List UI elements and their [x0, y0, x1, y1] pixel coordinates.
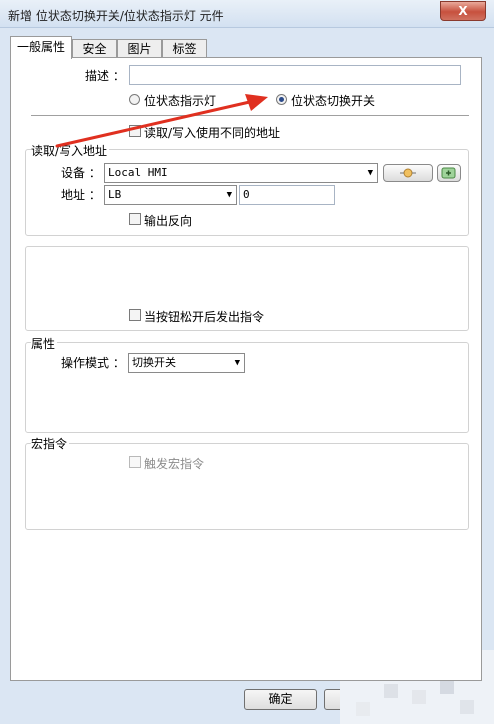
radio-indicator-lamp[interactable] [129, 94, 140, 105]
general-panel: 描述 ： 位状态指示灯 位状态切换开关 读取/写入使用不同的地址 读取/写入地址… [10, 57, 482, 681]
trigger-macro-checkbox[interactable] [129, 456, 141, 468]
operation-mode-label: 操作模式 ： [61, 356, 125, 370]
tab-general[interactable]: 一般属性 [10, 36, 72, 59]
tab-picture[interactable]: 图片 [117, 39, 162, 58]
operation-mode-select[interactable]: 切换开关 ▼ [128, 353, 245, 373]
trigger-macro-label: 触发宏指令 [144, 457, 205, 471]
invert-output-label[interactable]: 输出反向 [144, 212, 192, 229]
window-title: 新增 位状态切换开关/位状态指示灯 元件 [8, 9, 224, 23]
close-icon: X [458, 4, 468, 18]
radio-toggle-switch[interactable] [276, 94, 287, 105]
chevron-down-icon: ▼ [234, 358, 240, 368]
release-command-label[interactable]: 当按钮松开后发出指令 [144, 308, 264, 325]
attributes-group-title: 属性 [31, 335, 58, 352]
radio-indicator-lamp-label[interactable]: 位状态指示灯 [144, 92, 216, 109]
separator [31, 115, 469, 116]
device-value: Local HMI [108, 166, 168, 179]
rw-address-group-title: 读取/写入地址 [31, 142, 110, 159]
release-command-checkbox[interactable] [129, 309, 141, 321]
macro-group [25, 443, 469, 530]
operation-mode-value: 切换开关 [132, 356, 176, 369]
macro-group-title: 宏指令 [31, 435, 70, 452]
invert-output-checkbox[interactable] [129, 213, 141, 225]
device-setting-icon [441, 167, 456, 179]
settings-icon [400, 168, 416, 178]
address-input[interactable]: 0 [239, 185, 335, 205]
chevron-down-icon: ▼ [226, 190, 232, 200]
device-settings-button[interactable] [383, 164, 433, 182]
chevron-down-icon: ▼ [367, 168, 373, 178]
use-different-address-checkbox[interactable] [129, 125, 141, 137]
ok-button[interactable]: 确定 [244, 689, 317, 710]
device-label: 设备 ： [61, 166, 101, 180]
close-button[interactable]: X [440, 1, 486, 21]
device-setting-button[interactable] [437, 164, 461, 182]
address-label: 地址 ： [61, 188, 101, 202]
device-select[interactable]: Local HMI ▼ [104, 163, 378, 183]
address-type-select[interactable]: LB ▼ [104, 185, 237, 205]
use-different-address-label[interactable]: 读取/写入使用不同的地址 [144, 124, 280, 141]
tab-label[interactable]: 标签 [162, 39, 207, 58]
address-type-value: LB [108, 188, 122, 201]
title-bar: 新增 位状态切换开关/位状态指示灯 元件 X [0, 0, 494, 28]
radio-toggle-switch-label[interactable]: 位状态切换开关 [291, 92, 375, 109]
description-label: 描述 ： [85, 69, 125, 83]
tab-security[interactable]: 安全 [72, 39, 117, 58]
description-input[interactable] [129, 65, 461, 85]
